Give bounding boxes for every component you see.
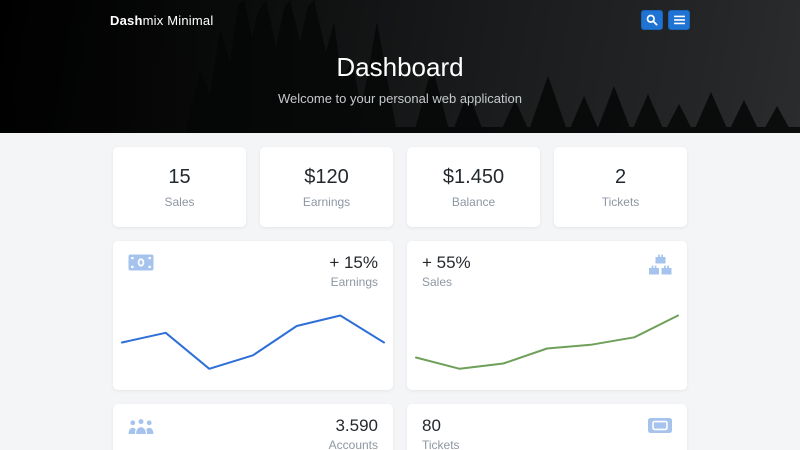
earnings-delta-label: Earnings (329, 276, 378, 288)
earnings-delta: + 15% (329, 254, 378, 271)
brand-logo[interactable]: Dashmix Minimal (110, 13, 213, 28)
stat-value: 2 (615, 166, 626, 189)
sales-delta: + 55% (422, 254, 471, 271)
stat-card-balance[interactable]: $1.450 Balance (407, 147, 540, 227)
search-icon (646, 14, 658, 26)
charts-row: + 15% Earnings + 55% Sales (113, 241, 687, 390)
tickets-label: Tickets (422, 439, 460, 450)
cubes-icon (649, 254, 672, 275)
hero-header: Dashmix Minimal D (0, 0, 800, 133)
navbar-actions (641, 10, 690, 30)
accounts-label: Accounts (329, 439, 378, 450)
stat-value: 15 (168, 166, 190, 189)
users-icon (128, 417, 154, 434)
money-bill-icon (128, 254, 154, 271)
ticket-icon (648, 417, 672, 434)
stat-label: Balance (452, 195, 495, 209)
page-subtitle: Welcome to your personal web application (0, 91, 800, 106)
page-title: Dashboard (0, 52, 800, 83)
hero-text: Dashboard Welcome to your personal web a… (0, 52, 800, 106)
stat-card-tickets[interactable]: 2 Tickets (554, 147, 687, 227)
earnings-line-chart (114, 297, 392, 389)
sales-chart-card[interactable]: + 55% Sales (407, 241, 687, 390)
sales-delta-label: Sales (422, 276, 471, 288)
stat-card-earnings[interactable]: $120 Earnings (260, 147, 393, 227)
navbar: Dashmix Minimal (0, 0, 800, 40)
accounts-card[interactable]: 3.590 Accounts (113, 404, 393, 450)
tickets-value: 80 (422, 417, 460, 434)
stat-value: $1.450 (443, 166, 504, 189)
bottom-row: 3.590 Accounts 80 Tickets (113, 404, 687, 450)
search-button[interactable] (641, 10, 663, 30)
tickets-card[interactable]: 80 Tickets (407, 404, 687, 450)
main-content: 15 Sales $120 Earnings $1.450 Balance 2 … (113, 147, 687, 450)
stats-row: 15 Sales $120 Earnings $1.450 Balance 2 … (113, 147, 687, 227)
stat-label: Sales (164, 195, 194, 209)
stat-label: Tickets (602, 195, 640, 209)
earnings-chart-card[interactable]: + 15% Earnings (113, 241, 393, 390)
brand-rest: mix Minimal (143, 13, 214, 28)
accounts-value: 3.590 (329, 417, 378, 434)
stat-card-sales[interactable]: 15 Sales (113, 147, 246, 227)
hamburger-menu-icon (674, 15, 685, 25)
stat-label: Earnings (303, 195, 350, 209)
dashboard-page: Dashmix Minimal D (0, 0, 800, 450)
menu-button[interactable] (668, 10, 690, 30)
stat-value: $120 (304, 166, 349, 189)
sales-line-chart (408, 297, 686, 389)
brand-bold: Dash (110, 13, 143, 28)
